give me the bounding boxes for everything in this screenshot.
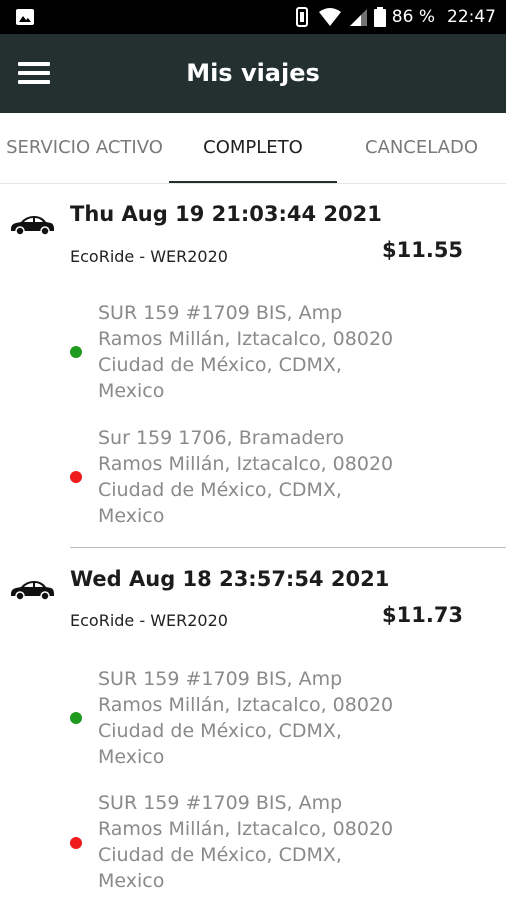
trip-card[interactable]: Wed Aug 18 23:57:54 2021 EcoRide - WER20… (0, 549, 506, 900)
signal-icon (349, 9, 367, 26)
trip-date: Thu Aug 19 21:03:44 2021 (70, 202, 382, 226)
car-icon (11, 581, 54, 601)
tab-cancelado[interactable]: CANCELADO (337, 113, 506, 183)
trip-origin: SUR 159 #1709 BIS, Amp Ramos Millán, Izt… (98, 668, 394, 768)
origin-dot-icon (70, 346, 82, 358)
wifi-icon (318, 8, 341, 26)
tab-servicio-activo[interactable]: SERVICIO ACTIVO (0, 113, 169, 183)
tab-completo[interactable]: COMPLETO (169, 113, 337, 183)
page-title: Mis viajes (186, 59, 320, 87)
trip-card[interactable]: Thu Aug 19 21:03:44 2021 EcoRide - WER20… (0, 184, 506, 550)
trip-divider (70, 547, 506, 548)
app-bar: Mis viajes (0, 34, 506, 113)
status-time: 22:47 (447, 7, 496, 27)
battery-level: 86 % (391, 7, 435, 27)
car-icon (11, 216, 54, 236)
trip-price: $11.73 (382, 603, 464, 627)
trip-vehicle: EcoRide - WER2020 (70, 611, 228, 630)
trip-date: Wed Aug 18 23:57:54 2021 (70, 567, 390, 591)
origin-dot-icon (70, 712, 82, 724)
trip-price: $11.55 (382, 238, 464, 262)
trip-destination: Sur 159 1706, Bramadero Ramos Millán, Iz… (98, 427, 394, 527)
vibrate-icon (295, 7, 308, 27)
image-notification-icon (16, 9, 34, 25)
trip-vehicle: EcoRide - WER2020 (70, 247, 228, 266)
trip-origin: SUR 159 #1709 BIS, Amp Ramos Millán, Izt… (98, 302, 394, 402)
destination-dot-icon (70, 471, 82, 483)
destination-dot-icon (70, 837, 82, 849)
tab-bar: SERVICIO ACTIVO COMPLETO CANCELADO (0, 113, 506, 183)
status-bar: 86 % 22:47 (0, 0, 506, 34)
trip-destination: SUR 159 #1709 BIS, Amp Ramos Millán, Izt… (98, 792, 394, 892)
battery-icon (373, 7, 386, 27)
